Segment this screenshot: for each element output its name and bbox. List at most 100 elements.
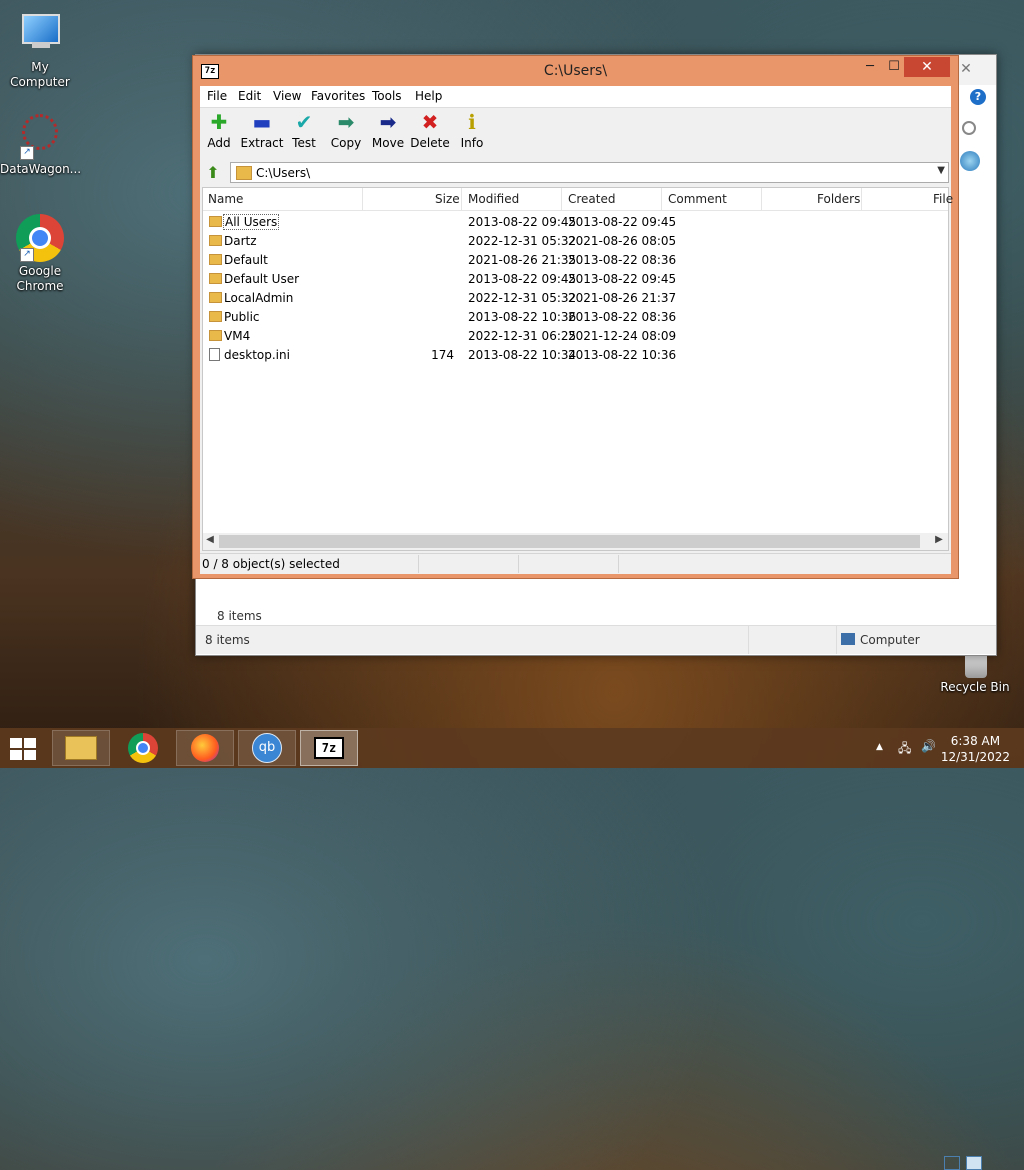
- extract-label: Extract: [240, 136, 284, 150]
- list-item[interactable]: Default User 2013-08-22 09:45 2013-08-22…: [203, 270, 948, 289]
- network-icon[interactable]: 🖧: [898, 739, 911, 760]
- item-name: LocalAdmin: [224, 291, 294, 305]
- file-icon: [209, 348, 220, 361]
- menu-file[interactable]: File: [207, 89, 227, 103]
- taskbar-qbittorrent[interactable]: qb: [238, 730, 296, 766]
- details-view-icon[interactable]: [944, 1156, 960, 1170]
- column-folders[interactable]: Folders: [817, 192, 860, 206]
- chevron-right-icon[interactable]: ▶: [932, 534, 946, 545]
- item-created: 2013-08-22 09:45: [568, 215, 677, 229]
- desktop-icon-label: Recycle Bin: [940, 680, 1010, 694]
- taskbar-file-explorer[interactable]: [52, 730, 110, 766]
- column-size[interactable]: Size: [435, 192, 460, 206]
- firefox-icon: [191, 734, 219, 762]
- item-size: 174: [431, 348, 454, 362]
- volume-icon[interactable]: 🔊: [921, 739, 936, 753]
- list-item[interactable]: VM4 2022-12-31 06:25 2021-12-24 08:09: [203, 327, 948, 346]
- list-item[interactable]: Default 2021-08-26 21:35 2013-08-22 08:3…: [203, 251, 948, 270]
- copy-button[interactable]: ➡ Copy: [324, 110, 368, 150]
- chrome-icon: [128, 733, 158, 763]
- info-label: Info: [460, 136, 484, 150]
- chevron-left-icon[interactable]: ◀: [203, 534, 217, 545]
- menu-tools[interactable]: Tools: [372, 89, 402, 103]
- explorer-status-top: 8 items: [196, 605, 996, 1170]
- explorer-statusbar: 8 items Computer: [196, 625, 996, 654]
- show-hidden-icons-icon[interactable]: ▲: [876, 742, 883, 752]
- search-icon[interactable]: [962, 121, 976, 135]
- column-header: Name Size Modified Created Comment Folde…: [203, 188, 953, 211]
- clock[interactable]: 6:38 AM 12/31/2022: [941, 733, 1010, 765]
- move-button[interactable]: ➡ Move: [366, 110, 410, 150]
- chevron-down-icon[interactable]: ▼: [937, 165, 945, 176]
- delete-label: Delete: [410, 136, 450, 150]
- item-modified: 2013-08-22 10:36: [468, 310, 577, 324]
- list-item[interactable]: desktop.ini 174 2013-08-22 10:34 2013-08…: [203, 346, 948, 365]
- globe-icon: [960, 151, 980, 171]
- desktop-icon-my-computer[interactable]: My Computer: [0, 10, 80, 90]
- qbittorrent-icon: qb: [252, 733, 282, 763]
- info-button[interactable]: ℹ Info: [450, 110, 494, 150]
- list-item[interactable]: LocalAdmin 2022-12-31 05:32 2021-08-26 2…: [203, 289, 948, 308]
- item-count: 8 items: [205, 633, 250, 647]
- file-list[interactable]: Name Size Modified Created Comment Folde…: [202, 187, 953, 551]
- close-button[interactable]: ✕: [904, 57, 950, 77]
- item-modified: 2013-08-22 09:45: [468, 272, 577, 286]
- item-created: 2013-08-22 08:36: [568, 253, 677, 267]
- delete-button[interactable]: ✖ Delete: [408, 110, 452, 150]
- list-item[interactable]: Public 2013-08-22 10:36 2013-08-22 08:36: [203, 308, 948, 327]
- item-modified: 2022-12-31 05:32: [468, 234, 577, 248]
- item-created: 2013-08-22 10:36: [568, 348, 677, 362]
- item-created: 2013-08-22 09:45: [568, 272, 677, 286]
- desktop-icon-datawagon[interactable]: ↗ DataWagon...: [0, 112, 81, 177]
- scrollbar-thumb[interactable]: [219, 535, 920, 548]
- datawagon-icon: ↗: [16, 112, 64, 160]
- delete-x-icon: ✖: [421, 110, 439, 134]
- column-modified[interactable]: Modified: [468, 192, 519, 206]
- column-created[interactable]: Created: [568, 192, 616, 206]
- window-client: File Edit View Favorites Tools Help ✚ Ad…: [200, 86, 953, 574]
- horizontal-scrollbar[interactable]: ◀ ▶: [203, 533, 948, 550]
- item-count: 8 items: [217, 609, 262, 623]
- column-file[interactable]: File: [933, 192, 953, 206]
- folder-icon: [209, 254, 222, 265]
- computer-icon: [841, 633, 855, 645]
- test-label: Test: [292, 136, 316, 150]
- item-created: 2013-08-22 08:36: [568, 310, 677, 324]
- address-bar[interactable]: C:\Users\ ▼: [230, 162, 949, 183]
- tiles-view-icon[interactable]: [966, 1156, 982, 1170]
- add-button[interactable]: ✚ Add: [197, 110, 241, 150]
- up-folder-icon[interactable]: ⬆: [204, 164, 222, 182]
- menu-help[interactable]: Help: [415, 89, 442, 103]
- desktop-icon-google-chrome[interactable]: ↗ Google Chrome: [0, 214, 80, 294]
- menu-view[interactable]: View: [273, 89, 301, 103]
- folder-icon: [209, 235, 222, 246]
- copy-arrow-icon: ➡: [337, 110, 355, 134]
- address-row: ⬆ C:\Users\ ▼: [200, 160, 951, 186]
- test-button[interactable]: ✔ Test: [282, 110, 326, 150]
- windows-start-button[interactable]: [10, 738, 38, 760]
- computer-icon: [16, 10, 64, 58]
- desktop-icon-label: Google Chrome: [16, 264, 64, 293]
- folder-icon: [209, 273, 222, 284]
- item-name: VM4: [224, 329, 251, 343]
- list-item[interactable]: All Users 2013-08-22 09:45 2013-08-22 09…: [203, 213, 948, 232]
- folder-icon: [65, 736, 97, 760]
- taskbar-firefox[interactable]: [176, 730, 234, 766]
- taskbar: qb 7z ▲ 🖧 🔊 6:38 AM 12/31/2022: [0, 728, 1024, 768]
- list-item[interactable]: Dartz 2022-12-31 05:32 2021-08-26 08:05: [203, 232, 948, 251]
- desktop-icon-recycle-bin[interactable]: Recycle Bin: [935, 650, 1015, 695]
- toolbar: ✚ Add ▬ Extract ✔ Test ➡ Copy ➡ Move ✖ D…: [200, 108, 951, 158]
- add-label: Add: [207, 136, 231, 150]
- minimize-button[interactable]: ─: [857, 57, 883, 77]
- 7zip-window[interactable]: 7z C:\Users\ ─ ☐ ✕ File Edit View Favori…: [192, 55, 959, 579]
- taskbar-7zip[interactable]: 7z: [300, 730, 358, 766]
- item-modified: 2013-08-22 09:45: [468, 215, 577, 229]
- item-name: Default User: [224, 272, 300, 286]
- column-name[interactable]: Name: [208, 192, 243, 206]
- menu-favorites[interactable]: Favorites: [311, 89, 365, 103]
- menu-edit[interactable]: Edit: [238, 89, 261, 103]
- extract-button[interactable]: ▬ Extract: [240, 110, 284, 150]
- help-icon[interactable]: ?: [970, 89, 986, 105]
- taskbar-chrome[interactable]: [114, 730, 172, 766]
- column-comment[interactable]: Comment: [668, 192, 727, 206]
